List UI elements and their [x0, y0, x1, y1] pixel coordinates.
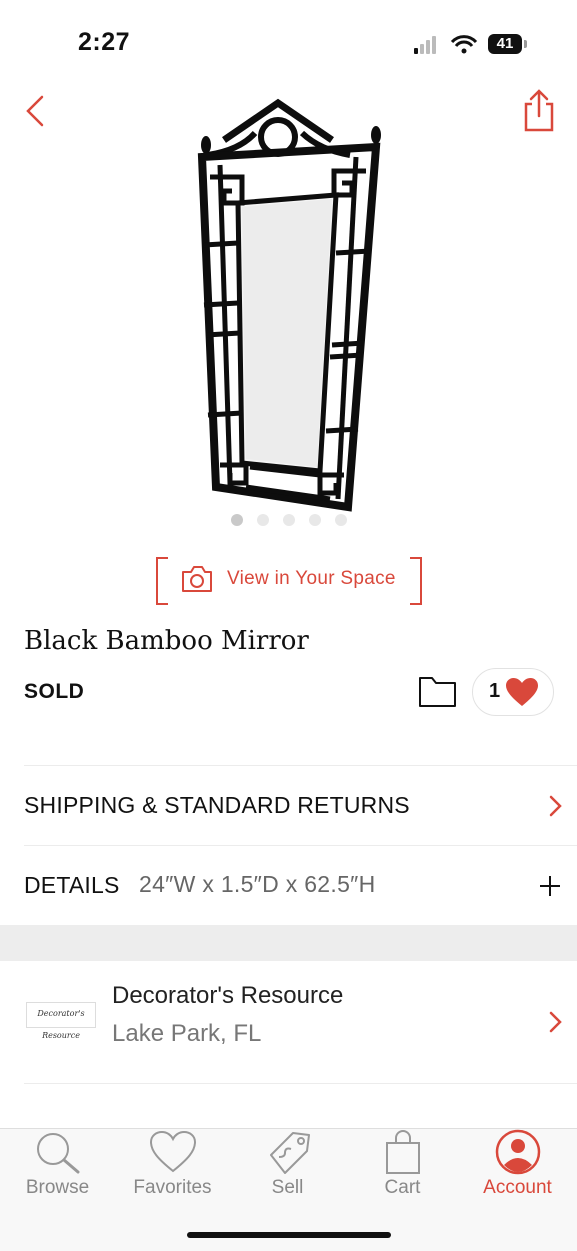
- tab-browse[interactable]: Browse: [0, 1129, 115, 1209]
- tab-sell[interactable]: Sell: [230, 1129, 345, 1209]
- heart-icon: [506, 678, 538, 706]
- tab-account[interactable]: Account: [460, 1129, 575, 1209]
- bracket-right: [410, 557, 422, 605]
- mirror-illustration: [197, 98, 381, 512]
- bracket-left: [156, 557, 168, 605]
- view-in-your-space-button[interactable]: View in Your Space: [156, 557, 422, 605]
- seller-location: Lake Park, FL: [112, 1020, 262, 1047]
- heart-icon: [149, 1130, 196, 1173]
- tab-favorites[interactable]: Favorites: [115, 1129, 230, 1209]
- tag-icon: [269, 1132, 310, 1174]
- tab-label: Sell: [271, 1177, 304, 1198]
- gallery-pagination[interactable]: [0, 514, 577, 526]
- signal-wifi-icon: [414, 35, 478, 54]
- chevron-left-icon: [26, 95, 44, 127]
- status-time: 2:27: [78, 28, 131, 56]
- battery-cap: [524, 40, 527, 48]
- sold-status: SOLD: [24, 680, 85, 703]
- shopping-bag-icon: [385, 1130, 420, 1174]
- tab-label: Favorites: [133, 1177, 212, 1198]
- home-indicator[interactable]: [187, 1232, 391, 1238]
- favorite-button[interactable]: 1: [472, 668, 554, 716]
- product-title: Black Bamboo Mirror: [24, 626, 309, 656]
- view-in-your-space-label: View in Your Space: [227, 568, 396, 589]
- seller-logo: Decorator's Resource: [26, 1002, 96, 1040]
- add-to-collection-button[interactable]: [418, 674, 458, 708]
- gallery-dot[interactable]: [230, 514, 243, 526]
- gallery-dot[interactable]: [256, 514, 269, 526]
- battery-icon: 41: [488, 34, 522, 54]
- gallery-dot[interactable]: [282, 514, 295, 526]
- shipping-returns-row[interactable]: SHIPPING & STANDARD RETURNS: [0, 766, 577, 844]
- details-dimensions: 24″W x 1.5″D x 62.5″H: [139, 871, 376, 897]
- share-button[interactable]: [520, 88, 556, 132]
- tab-cart[interactable]: Cart: [345, 1129, 460, 1209]
- tab-label: Cart: [384, 1177, 421, 1198]
- search-icon: [36, 1133, 79, 1174]
- tab-label: Account: [483, 1177, 552, 1198]
- gallery-dot[interactable]: [334, 514, 347, 526]
- seller-name: Decorator's Resource: [112, 982, 344, 1009]
- product-image[interactable]: [180, 95, 400, 515]
- folder-icon: [419, 677, 456, 707]
- section-separator: [0, 925, 577, 961]
- divider: [24, 1083, 577, 1084]
- details-label: DETAILS: [24, 872, 120, 898]
- shipping-returns-label: SHIPPING & STANDARD RETURNS: [24, 792, 410, 818]
- back-button[interactable]: [22, 94, 52, 128]
- chevron-right-icon[interactable]: [548, 1010, 564, 1034]
- user-icon: [495, 1129, 540, 1175]
- gallery-dot[interactable]: [308, 514, 321, 526]
- chevron-right-icon: [549, 795, 562, 817]
- expand-plus-icon[interactable]: [536, 872, 564, 900]
- share-icon: [524, 89, 554, 132]
- tab-label: Browse: [25, 1177, 90, 1198]
- status-icons: 41: [412, 32, 532, 56]
- camera-icon: [182, 566, 212, 592]
- favorite-count: 1: [489, 680, 501, 702]
